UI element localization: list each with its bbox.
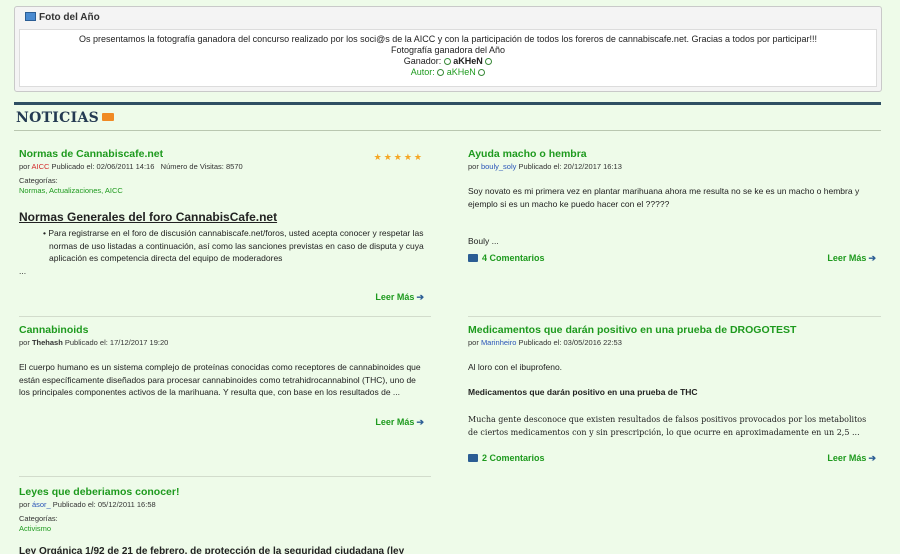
by-label: por [468,338,479,347]
smiley-icon [485,58,493,65]
article-meta: por ásor_ Publicado el: 05/12/2011 16:58 [19,500,431,509]
comment-icon [468,454,478,462]
leer-mas-link[interactable]: Leer Más ➔ [827,453,876,464]
category-links[interactable]: Activismo [19,524,431,534]
article-separator [468,316,881,317]
rss-icon[interactable] [102,113,115,121]
rating-stars-icon: ★★★★★ [373,152,424,162]
smiley-icon [443,58,451,65]
article-heading[interactable]: Normas Generales del foro CannabisCafe.n… [19,210,424,224]
article-meta: por Thehash Publicado el: 17/12/2017 19:… [19,338,424,347]
categories-label: Categorías: [19,176,58,185]
article-meta: por Marinheiro Publicado el: 03/05/2016 … [468,338,876,347]
article-title[interactable]: Normas de Cannabiscafe.net [19,148,424,160]
smiley-icon [437,69,445,76]
article-separator [19,316,431,317]
photo-icon [25,12,36,21]
categories-label: Categorías: [19,514,58,523]
article-ellipsis: ... [19,265,27,276]
article-signature: Bouly ... [468,236,499,246]
comments-link[interactable]: 2 Comentarios [468,453,545,463]
comments-link[interactable]: 4 Comentarios [468,253,545,263]
section-underline [14,130,881,131]
article-bullet: • Para registrarse en el foro de discusi… [43,228,424,263]
comment-icon [468,254,478,262]
by-label: por [468,162,479,171]
article-title[interactable]: Medicamentos que darán positivo en una p… [468,324,876,336]
leer-mas-label: Leer Más [827,453,867,463]
article-author[interactable]: bouly_soly [481,162,516,171]
autor-label: Autor: [410,67,435,77]
arrow-right-icon: ➔ [416,292,424,302]
by-label: por [19,162,30,171]
article-title[interactable]: Ayuda macho o hembra [468,148,876,160]
article-author[interactable]: ásor_ [32,500,51,509]
comments-count: 4 Comentarios [482,253,545,263]
foto-panel-body: Os presentamos la fotografía ganadora de… [19,29,877,87]
noticias-heading: NOTICIAS [16,110,115,126]
leer-mas-link[interactable]: Leer Más ➔ [375,417,424,428]
article-author[interactable]: Thehash [32,338,63,347]
ganador-line: Ganador: aKHeN [20,56,876,67]
leer-mas-label: Leer Más [375,292,415,302]
article-ayuda: Ayuda macho o hembra por bouly_soly Publ… [468,148,876,273]
comments-count: 2 Comentarios [482,453,545,463]
article-text: Soy novato es mi primera vez en plantar … [468,186,860,209]
arrow-right-icon: ➔ [868,253,876,263]
article-categories: Categorías: Activismo [19,514,431,534]
by-label: por [19,338,30,347]
article-medicamentos: Medicamentos que darán positivo en una p… [468,324,876,469]
article-date: Publicado el: 17/12/2017 19:20 [64,338,169,347]
article-date: Publicado el: 03/05/2016 22:53 [518,338,622,347]
foto-del-ano-panel: Foto del Año Os presentamos la fotografí… [14,6,882,92]
article-date: Publicado el: 05/12/2011 16:58 [52,500,156,509]
category-links[interactable]: Normas, Actualizaciones, AICC [19,186,424,196]
arrow-right-icon: ➔ [868,453,876,463]
article-cannabinoids: Cannabinoids por Thehash Publicado el: 1… [19,324,424,434]
article-title[interactable]: Cannabinoids [19,324,424,336]
smiley-icon [478,69,486,76]
autor-name[interactable]: aKHeN [447,67,476,77]
section-title: NOTICIAS [16,110,100,126]
article-categories: Categorías: Normas, Actualizaciones, AIC… [19,176,424,196]
article-separator [19,476,431,477]
article-title[interactable]: Leyes que deberiamos conocer! [19,486,431,498]
article-normas: Normas de Cannabiscafe.net ★★★★★ por AIC… [19,148,424,308]
article-date: Publicado el: 20/12/2017 16:13 [518,162,622,171]
leer-mas-label: Leer Más [375,417,415,427]
foto-subtitle: Fotografía ganadora del Año [390,45,506,55]
by-label: por [19,500,30,509]
visit-count: Número de Visitas: 8570 [160,162,243,171]
article-text: Mucha gente desconoce que existen result… [468,415,867,437]
foto-panel-title: Foto del Año [39,12,100,23]
leer-mas-label: Leer Más [827,253,867,263]
article-date: Publicado el: 02/06/2011 14:16 [51,162,155,171]
autor-line: Autor: aKHeN [20,67,876,78]
ganador-name[interactable]: aKHeN [453,56,483,66]
section-divider [14,102,881,105]
arrow-right-icon: ➔ [416,417,424,427]
article-text: El cuerpo humano es un sistema complejo … [19,362,421,397]
article-leyes: Leyes que deberiamos conocer! por ásor_ … [19,486,431,554]
leer-mas-link[interactable]: Leer Más ➔ [827,253,876,264]
foto-panel-header: Foto del Año [25,12,100,23]
article-author[interactable]: Marinheiro [481,338,516,347]
foto-intro-text: Os presentamos la fotografía ganadora de… [78,34,818,44]
article-heading[interactable]: Ley Orgánica 1/92 de 21 de febrero, de p… [19,546,431,554]
article-subheading: Medicamentos que darán positivo en una p… [468,386,698,397]
article-meta: por AICC Publicado el: 02/06/2011 14:16 … [19,162,424,171]
leer-mas-link[interactable]: Leer Más ➔ [375,292,424,303]
article-text-line: Al loro con el ibuprofeno. [468,362,563,372]
ganador-label: Ganador: [403,56,442,66]
article-author[interactable]: AICC [32,162,50,171]
article-meta: por bouly_soly Publicado el: 20/12/2017 … [468,162,876,171]
